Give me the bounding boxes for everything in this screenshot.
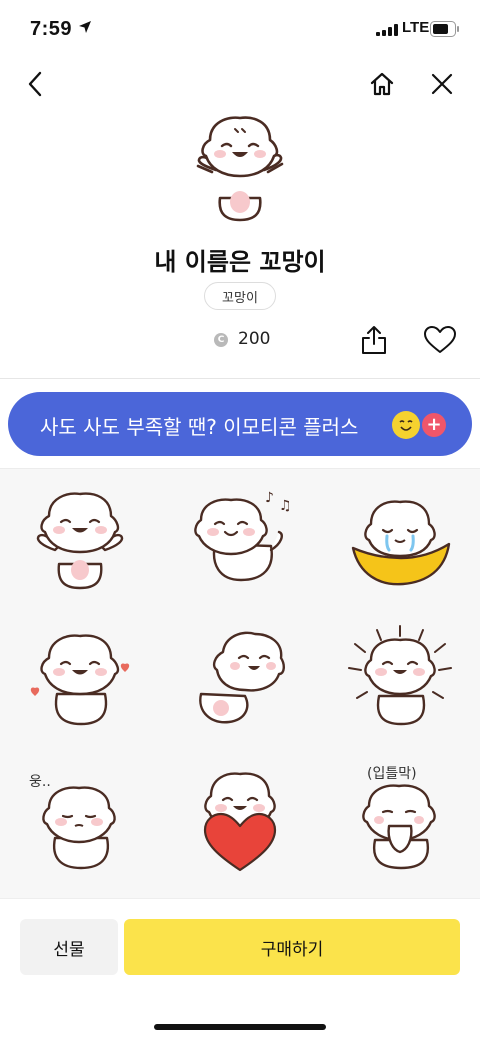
cellular-signal-icon: [376, 24, 398, 36]
divider: [0, 378, 480, 379]
sticker-item[interactable]: [160, 609, 320, 749]
sticker-caption: 웅..: [29, 774, 51, 790]
sticker-dog-singing: ♪ ♫: [194, 490, 292, 582]
sticker-dog-shining: [348, 625, 452, 726]
sticker-caption: (입틀막): [367, 766, 417, 782]
gift-button[interactable]: 선물: [20, 919, 118, 975]
status-bar: 7:59 LTE: [0, 0, 480, 56]
nav-bar: [0, 56, 480, 112]
smile-face-icon: [392, 411, 420, 439]
battery-icon: [430, 21, 459, 37]
sticker-item[interactable]: [0, 609, 160, 749]
sticker-dog-heart: [203, 772, 277, 872]
sticker-item[interactable]: [320, 469, 480, 609]
close-icon: [431, 73, 453, 95]
svg-text:♫: ♫: [279, 498, 292, 514]
sticker-preview-grid: ♪ ♫ 웅.. (입틀막): [0, 468, 480, 899]
sticker-item[interactable]: ♪ ♫: [160, 469, 320, 609]
price-row: C 200: [0, 316, 480, 364]
home-icon: [370, 72, 394, 96]
back-button[interactable]: [12, 56, 60, 112]
sticker-item[interactable]: (입틀막): [320, 749, 480, 889]
network-type: LTE: [402, 19, 430, 36]
sticker-item[interactable]: [160, 749, 320, 889]
sticker-dog-hearts: [30, 634, 130, 726]
home-indicator: [154, 1024, 326, 1030]
location-arrow-icon: [79, 21, 91, 33]
sticker-dog-mouth-cover: (입틀막): [362, 766, 436, 870]
like-button[interactable]: [420, 320, 460, 360]
buy-button[interactable]: 구매하기: [124, 919, 460, 975]
price-value: 200: [238, 329, 271, 349]
sticker-dog-crying-bowl: [351, 500, 451, 586]
product-thumbnail: [196, 116, 284, 222]
sticker-dog-arms-up: [36, 492, 124, 590]
sticker-item[interactable]: [0, 469, 160, 609]
author-chip[interactable]: 꼬망이: [204, 282, 276, 310]
svg-text:♪: ♪: [265, 490, 274, 506]
share-icon: [362, 326, 386, 354]
sticker-dog-sleepy: 웅..: [29, 774, 116, 870]
home-button[interactable]: [358, 56, 406, 112]
plus-icon: +: [422, 413, 446, 437]
share-button[interactable]: [356, 320, 392, 360]
banner-text: 사도 사도 부족할 땐? 이모티콘 플러스: [40, 415, 359, 439]
status-time: 7:59: [30, 18, 73, 40]
heart-icon: [424, 326, 456, 353]
close-button[interactable]: [418, 56, 466, 112]
sticker-item[interactable]: 웅..: [0, 749, 160, 889]
product-title: 내 이름은 꼬망이: [154, 248, 326, 276]
bottom-action-bar: 선물 구매하기: [0, 898, 480, 1040]
coin-icon: C: [214, 333, 228, 347]
emoticon-plus-banner[interactable]: 사도 사도 부족할 땐? 이모티콘 플러스 +: [8, 392, 472, 456]
sticker-dog-rolling: [199, 631, 285, 724]
chevron-left-icon: [28, 71, 42, 97]
sticker-item[interactable]: [320, 609, 480, 749]
